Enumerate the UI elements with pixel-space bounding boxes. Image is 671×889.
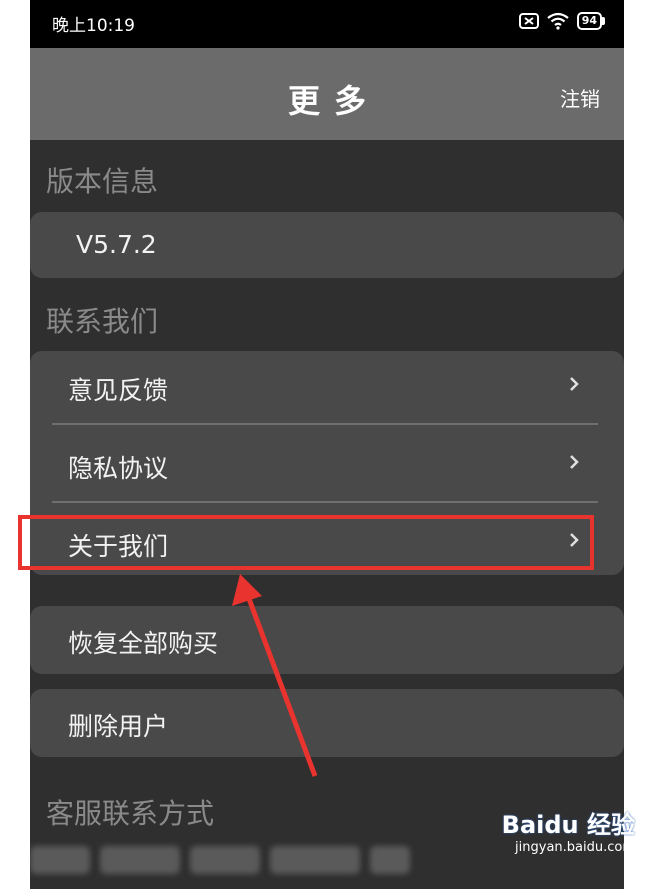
- annotation-arrow-icon: [232, 574, 318, 777]
- watermark-brand: Baidu 经验: [501, 811, 635, 839]
- watermark-url: jingyan.baidu.com: [515, 840, 635, 855]
- baidu-watermark: Baidu 经验 jingyan.baidu.com: [502, 805, 635, 855]
